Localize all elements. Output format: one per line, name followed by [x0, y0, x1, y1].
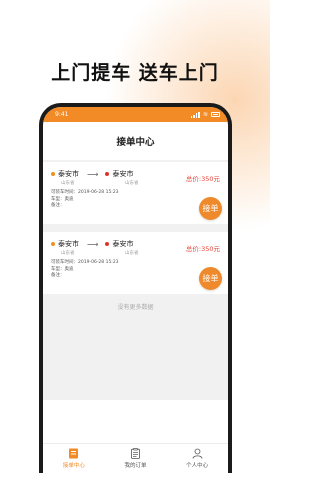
- tab-label: 我的订单: [124, 463, 147, 469]
- car-type: 车型：奥迪: [51, 196, 74, 202]
- order-center-icon: [69, 448, 79, 459]
- promo-headline: 上门提车 送车上门: [51, 62, 219, 84]
- arrow-right-icon: ⟶: [87, 169, 99, 179]
- remark: 备注：: [51, 203, 65, 209]
- destination-city: 泰安市: [112, 240, 134, 248]
- clipboard-icon: [131, 448, 140, 459]
- destination-province: 山东省: [125, 251, 139, 256]
- order-card[interactable]: 泰安市 ⟶ 泰安市 山东省 山东省 可装车时间：2019-06-28 15:23 …: [43, 232, 228, 294]
- destination-city: 泰安市: [112, 170, 134, 178]
- origin-dot-icon: [51, 172, 55, 176]
- tab-order-center[interactable]: 接单中心: [44, 448, 104, 469]
- person-icon: [192, 448, 203, 459]
- origin-province: 山东省: [61, 181, 75, 186]
- destination: 泰安市: [105, 239, 133, 249]
- remark: 备注：: [51, 273, 65, 279]
- order-price: 总价:350元: [185, 175, 220, 183]
- order-card[interactable]: 泰安市 ⟶ 泰安市 山东省 山东省 可装车时间：2019-06-28 15:23 …: [43, 162, 228, 224]
- signal-icon: [190, 111, 200, 118]
- pickup-time: 可装车时间：2019-06-28 15:23: [51, 190, 119, 195]
- destination-province: 山东省: [125, 181, 139, 186]
- origin-dot-icon: [51, 242, 55, 246]
- status-icons: ≋: [190, 110, 220, 118]
- origin-city: 泰安市: [58, 170, 79, 178]
- accept-order-button[interactable]: 接单: [199, 267, 222, 290]
- arrow-right-icon: ⟶: [87, 239, 99, 249]
- destination: 泰安市: [105, 169, 133, 179]
- page-title: 接单中心: [116, 137, 155, 148]
- battery-icon: [211, 112, 220, 117]
- origin: 泰安市: [51, 169, 79, 179]
- no-more-data-text: 没有更多数据: [117, 304, 154, 311]
- order-info: 可装车时间：2019-06-28 15:23 车型：奥迪 备注：: [51, 190, 220, 210]
- wifi-icon: ≋: [202, 110, 208, 118]
- car-type: 车型：奥迪: [51, 266, 74, 272]
- tab-my-orders[interactable]: 我的订单: [105, 448, 165, 469]
- pickup-time: 可装车时间：2019-06-28 15:23: [51, 260, 119, 265]
- status-bar: 9:41 ≋: [43, 107, 228, 122]
- tab-label: 个人中心: [186, 463, 209, 469]
- origin-city: 泰安市: [58, 240, 79, 248]
- order-price: 总价:350元: [185, 245, 220, 253]
- tab-personal-center[interactable]: 个人中心: [167, 448, 227, 469]
- destination-dot-icon: [105, 242, 110, 246]
- status-time: 9:41: [55, 111, 69, 118]
- accept-order-button[interactable]: 接单: [199, 197, 222, 220]
- nav-bar: 接单中心: [43, 122, 228, 160]
- origin-province: 山东省: [61, 251, 75, 256]
- phone-frame: 9:41 ≋ 接单中心 泰安市 ⟶ 泰安市 山东省 山东省 可装车时间：2019-…: [39, 103, 232, 473]
- tab-bar: 接单中心 我的订单 个人中心: [43, 443, 228, 473]
- order-list: 泰安市 ⟶ 泰安市 山东省 山东省 可装车时间：2019-06-28 15:23 …: [43, 160, 228, 400]
- order-info: 可装车时间：2019-06-28 15:23 车型：奥迪 备注：: [51, 260, 220, 280]
- tab-label: 接单中心: [62, 463, 85, 469]
- destination-dot-icon: [105, 172, 110, 176]
- origin: 泰安市: [51, 239, 79, 249]
